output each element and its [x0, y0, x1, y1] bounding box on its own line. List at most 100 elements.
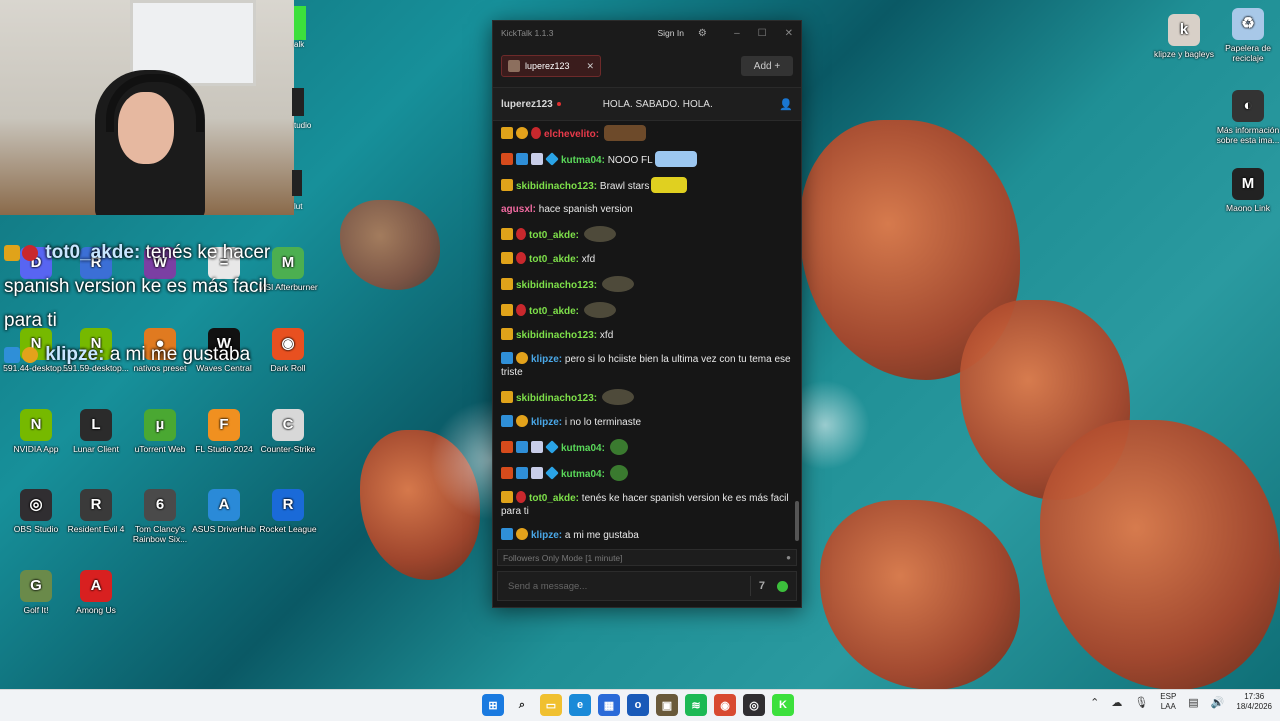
minimize-icon[interactable]: –: [734, 28, 740, 39]
emote-image[interactable]: [609, 439, 628, 455]
desktop-icon[interactable]: 6 Tom Clancy's Rainbow Six...: [124, 489, 196, 544]
crown-icon[interactable]: [501, 228, 513, 240]
pin-icon[interactable]: [501, 415, 513, 427]
chat-username[interactable]: tot0_akde:: [529, 493, 579, 504]
emote-image[interactable]: [603, 125, 646, 141]
chat-username[interactable]: skibidinacho123:: [516, 181, 597, 192]
kicktalk-window[interactable]: KickTalk 1.1.3 Sign In ⚙ – ☐ ✕ luperez12…: [492, 20, 802, 608]
desktop-icon[interactable]: L Lunar Client: [60, 409, 132, 454]
chat-message[interactable]: skibidinacho123:: [501, 271, 793, 297]
emote-image[interactable]: [654, 151, 697, 167]
ghost-icon[interactable]: [531, 153, 543, 165]
chat-scrollbar[interactable]: [795, 501, 799, 541]
shield-icon[interactable]: [516, 252, 526, 264]
spotify-icon[interactable]: ≋: [685, 694, 707, 716]
crown-icon[interactable]: [501, 491, 513, 503]
cube-icon[interactable]: [545, 440, 559, 454]
desktop-icon[interactable]: R Resident Evil 4: [60, 489, 132, 534]
chat-username[interactable]: kutma04:: [561, 443, 605, 454]
start-icon[interactable]: ⊞: [482, 694, 504, 716]
desktop-icon[interactable]: M Maono Link: [1212, 168, 1280, 213]
pin-icon[interactable]: [501, 352, 513, 364]
volume-icon[interactable]: 🔊: [1211, 696, 1225, 709]
crown-icon[interactable]: [501, 127, 513, 139]
gift-icon[interactable]: [516, 352, 528, 364]
microphone-icon[interactable]: 🎙: [1134, 696, 1148, 709]
onedrive-icon[interactable]: ☁: [1111, 696, 1122, 709]
chat-username[interactable]: elchevelito:: [544, 129, 599, 140]
chat-message[interactable]: klipze: pero si lo hciiste bien la ultim…: [501, 347, 793, 384]
chat-username[interactable]: kutma04:: [561, 155, 605, 166]
desktop-icon[interactable]: ♻ Papelera de reciclaje: [1212, 8, 1280, 63]
message-input[interactable]: [506, 579, 742, 593]
emote-image[interactable]: [583, 302, 616, 318]
emote-image[interactable]: [583, 226, 616, 242]
chat-username[interactable]: tot0_akde:: [529, 306, 579, 317]
crown-icon[interactable]: [501, 328, 513, 340]
add-channel-button[interactable]: Add +: [741, 56, 793, 76]
chat-username[interactable]: skibidinacho123:: [516, 280, 597, 291]
chat-username[interactable]: tot0_akde:: [529, 230, 579, 241]
chat-username[interactable]: klipze:: [531, 417, 562, 428]
chat-message[interactable]: elchevelito:: [501, 121, 793, 146]
chevron-up-icon[interactable]: ⌃: [1090, 696, 1099, 709]
emote-image[interactable]: [609, 465, 628, 481]
crown-icon[interactable]: [501, 304, 513, 316]
seventv-emote-icon[interactable]: 7: [759, 580, 765, 592]
gift-icon[interactable]: [516, 127, 528, 139]
ghost-icon[interactable]: [531, 467, 543, 479]
crown-icon[interactable]: [501, 278, 513, 290]
desktop-icon[interactable]: ◐ Más información sobre esta ima...: [1212, 90, 1280, 145]
chat-message[interactable]: tot0_akde:: [501, 221, 793, 247]
chat-message[interactable]: tot0_akde: tenés ke hacer spanish versio…: [501, 486, 793, 523]
chat-message[interactable]: skibidinacho123: Brawl stars: [501, 172, 793, 198]
chat-username[interactable]: agusxl:: [501, 204, 536, 215]
cube-icon[interactable]: [545, 152, 559, 166]
desktop-icon[interactable]: µ uTorrent Web: [124, 409, 196, 454]
gift-icon[interactable]: [516, 528, 528, 540]
user-icon[interactable]: 👤: [779, 98, 793, 111]
chat-message[interactable]: skibidinacho123: xfd: [501, 323, 793, 347]
chat-username[interactable]: skibidinacho123:: [516, 393, 597, 404]
shield-icon[interactable]: [516, 304, 526, 316]
search-icon[interactable]: ⌕: [511, 694, 533, 716]
obs-icon[interactable]: ◎: [743, 694, 765, 716]
desktop-icon[interactable]: A ASUS DriverHub: [188, 489, 260, 534]
kick-emote-icon[interactable]: [777, 580, 788, 592]
store-icon[interactable]: ▦: [598, 694, 620, 716]
chat-message[interactable]: klipze: a mi me gustaba: [501, 523, 793, 547]
kick-icon[interactable]: K: [772, 694, 794, 716]
clock[interactable]: 17:36 18/4/2026: [1236, 692, 1272, 712]
chat-username[interactable]: klipze:: [531, 530, 562, 541]
chat-username[interactable]: klipze:: [531, 354, 562, 365]
chat-message[interactable]: klipze: i no lo terminaste: [501, 410, 793, 434]
file-explorer-icon[interactable]: ▭: [540, 694, 562, 716]
chat-messages[interactable]: elchevelito: elchevelito: kutma04: NOOO …: [493, 121, 793, 547]
desktop-icon[interactable]: C Counter-Strike: [252, 409, 324, 454]
chat-username[interactable]: tot0_akde:: [529, 254, 579, 265]
vip-icon[interactable]: [501, 153, 513, 165]
emote-image[interactable]: [651, 177, 688, 193]
chat-message[interactable]: agusxl: hace spanish version: [501, 198, 793, 221]
emote-image[interactable]: [601, 276, 634, 292]
close-icon[interactable]: ✕: [785, 28, 793, 39]
minecraft-icon[interactable]: ▣: [656, 694, 678, 716]
language-indicator[interactable]: ESP LAA: [1160, 692, 1176, 712]
gear-icon[interactable]: ⚙: [698, 28, 707, 39]
info-icon[interactable]: ●: [786, 553, 791, 562]
vip-icon[interactable]: [501, 467, 513, 479]
shield-icon[interactable]: [516, 491, 526, 503]
shield-icon[interactable]: [531, 127, 541, 139]
close-tab-icon[interactable]: ✕: [586, 61, 594, 72]
network-icon[interactable]: ▤: [1188, 696, 1198, 709]
gift-icon[interactable]: [516, 415, 528, 427]
chrome-icon[interactable]: ◉: [714, 694, 736, 716]
desktop-icon[interactable]: k klipze y bagleys: [1148, 14, 1220, 59]
chat-message[interactable]: skibidinacho123:: [501, 384, 793, 410]
outlook-icon[interactable]: o: [627, 694, 649, 716]
crown-icon[interactable]: [501, 391, 513, 403]
chat-message[interactable]: tot0_akde:: [501, 297, 793, 323]
pin-icon[interactable]: [501, 528, 513, 540]
desktop-icon[interactable]: R Rocket League: [252, 489, 324, 534]
chat-username[interactable]: kutma04:: [561, 469, 605, 480]
